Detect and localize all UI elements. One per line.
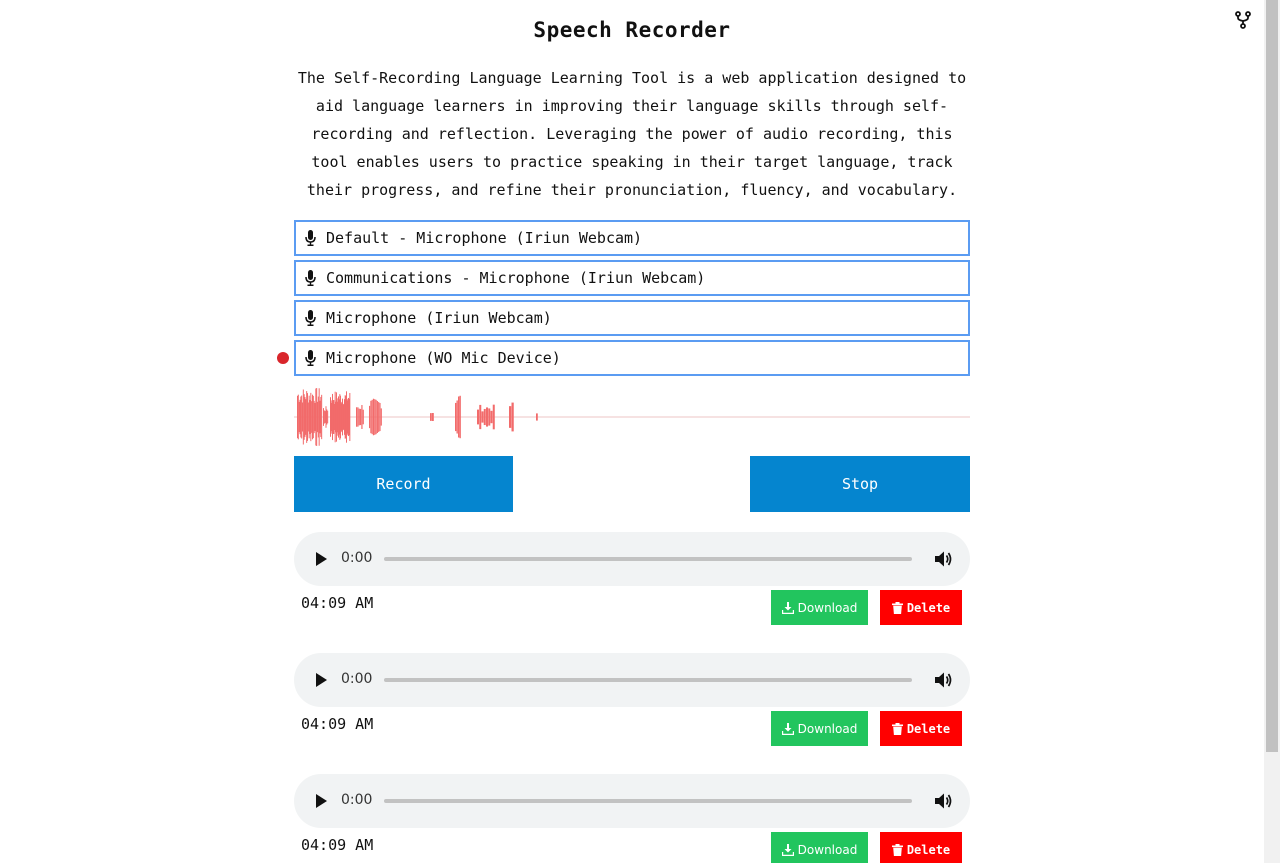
device-label: Default - Microphone (Iriun Webcam): [326, 229, 643, 247]
waveform-bar: [356, 407, 358, 427]
player-time: 0:00: [341, 671, 373, 687]
play-icon[interactable]: [315, 552, 327, 566]
waveform-bar: [483, 408, 486, 426]
trash-icon: [891, 843, 903, 856]
page-title: Speech Recorder: [533, 18, 731, 42]
audio-player: 0:00: [294, 774, 970, 828]
waveform-bar: [362, 409, 364, 425]
waveform-bar: [371, 399, 373, 435]
recording-timestamp: 04:09 AM: [301, 836, 374, 854]
waveform-bar: [327, 410, 329, 424]
recording-timestamp: 04:09 AM: [301, 715, 374, 733]
volume-icon[interactable]: [934, 792, 952, 810]
delete-button[interactable]: Delete: [880, 590, 962, 625]
trash-icon: [891, 722, 903, 735]
waveform-bar: [458, 396, 460, 438]
waveform-bar: [479, 404, 482, 430]
download-icon: [781, 722, 794, 735]
play-icon[interactable]: [315, 673, 327, 687]
waveform-bar: [375, 399, 377, 435]
player-progress-bar[interactable]: [384, 678, 912, 682]
waveform-bar: [360, 408, 362, 426]
download-label: Download: [797, 600, 858, 615]
waveform-bar: [374, 399, 376, 435]
waveform-bar: [379, 402, 381, 432]
volume-icon[interactable]: [934, 550, 952, 568]
waveform-bar: [357, 407, 359, 427]
download-button[interactable]: Download: [771, 590, 868, 625]
recording-indicator: [277, 352, 289, 364]
play-icon[interactable]: [315, 794, 327, 808]
waveform-bar: [481, 411, 484, 423]
waveform-bar: [455, 402, 457, 432]
waveform-bar: [488, 408, 491, 426]
device-item-iriun[interactable]: Microphone (Iriun Webcam): [294, 300, 970, 336]
download-button[interactable]: Download: [771, 711, 868, 746]
record-button[interactable]: Record: [294, 456, 513, 512]
app-description: The Self-Recording Language Learning Too…: [297, 69, 967, 199]
stop-button[interactable]: Stop: [750, 456, 970, 512]
waveform-bar: [321, 394, 323, 440]
waveform-bar: [378, 402, 380, 432]
delete-button[interactable]: Delete: [880, 832, 962, 863]
device-label: Microphone (Iriun Webcam): [326, 309, 552, 327]
waveform-bar: [430, 413, 432, 421]
waveform-bar: [349, 392, 351, 442]
recording-item: 0:00 04:09 AM Download Delete: [294, 532, 970, 626]
download-label: Download: [797, 842, 858, 857]
waveform-bar: [536, 413, 538, 421]
delete-label: Delete: [906, 842, 951, 857]
download-icon: [781, 843, 794, 856]
download-button[interactable]: Download: [771, 832, 868, 863]
waveform-bar: [459, 395, 461, 439]
waveform-bar: [361, 405, 363, 429]
volume-icon[interactable]: [934, 671, 952, 689]
device-item-default[interactable]: Default - Microphone (Iriun Webcam): [294, 220, 970, 256]
audio-waveform: [294, 388, 970, 446]
download-label: Download: [797, 721, 858, 736]
trash-icon: [891, 601, 903, 614]
player-time: 0:00: [341, 792, 373, 808]
player-progress-bar[interactable]: [384, 557, 912, 561]
waveform-bar: [432, 412, 434, 422]
waveform-bar: [372, 398, 375, 436]
microphone-icon: [305, 270, 316, 286]
waveform-bar: [358, 408, 360, 426]
recording-timestamp: 04:09 AM: [301, 594, 374, 612]
scrollbar-thumb[interactable]: [1266, 0, 1278, 752]
device-label: Communications - Microphone (Iriun Webca…: [326, 269, 706, 287]
recording-item: 0:00 04:09 AM Download Delete: [294, 653, 970, 747]
microphone-icon: [305, 230, 316, 246]
player-progress-bar[interactable]: [384, 799, 912, 803]
waveform-bar: [370, 400, 372, 434]
device-item-communications[interactable]: Communications - Microphone (Iriun Webca…: [294, 260, 970, 296]
recording-item: 0:00 04:09 AM Download Delete: [294, 774, 970, 863]
delete-label: Delete: [906, 600, 951, 615]
device-list: Default - Microphone (Iriun Webcam) Comm…: [277, 220, 970, 380]
audio-player: 0:00: [294, 532, 970, 586]
microphone-icon: [305, 310, 316, 326]
waveform-bar: [456, 400, 458, 434]
player-time: 0:00: [341, 550, 373, 566]
page: Speech Recorder The Self-Recording Langu…: [0, 0, 1264, 863]
audio-player: 0:00: [294, 653, 970, 707]
waveform-bar: [492, 404, 495, 430]
waveform-bar: [509, 406, 512, 428]
waveform-bar: [380, 408, 382, 426]
device-item-wo-mic[interactable]: Microphone (WO Mic Device): [277, 340, 970, 376]
delete-label: Delete: [906, 721, 951, 736]
delete-button[interactable]: Delete: [880, 711, 962, 746]
waveform-bar: [369, 405, 371, 429]
waveform-bar: [486, 407, 489, 427]
waveform-bar: [376, 400, 378, 434]
waveform-bar: [490, 410, 493, 424]
waveform-bar: [511, 402, 514, 432]
waveform-bar: [477, 409, 480, 425]
page-scrollbar[interactable]: [1264, 0, 1280, 863]
microphone-icon: [305, 350, 316, 366]
download-icon: [781, 601, 794, 614]
device-label: Microphone (WO Mic Device): [326, 349, 561, 367]
